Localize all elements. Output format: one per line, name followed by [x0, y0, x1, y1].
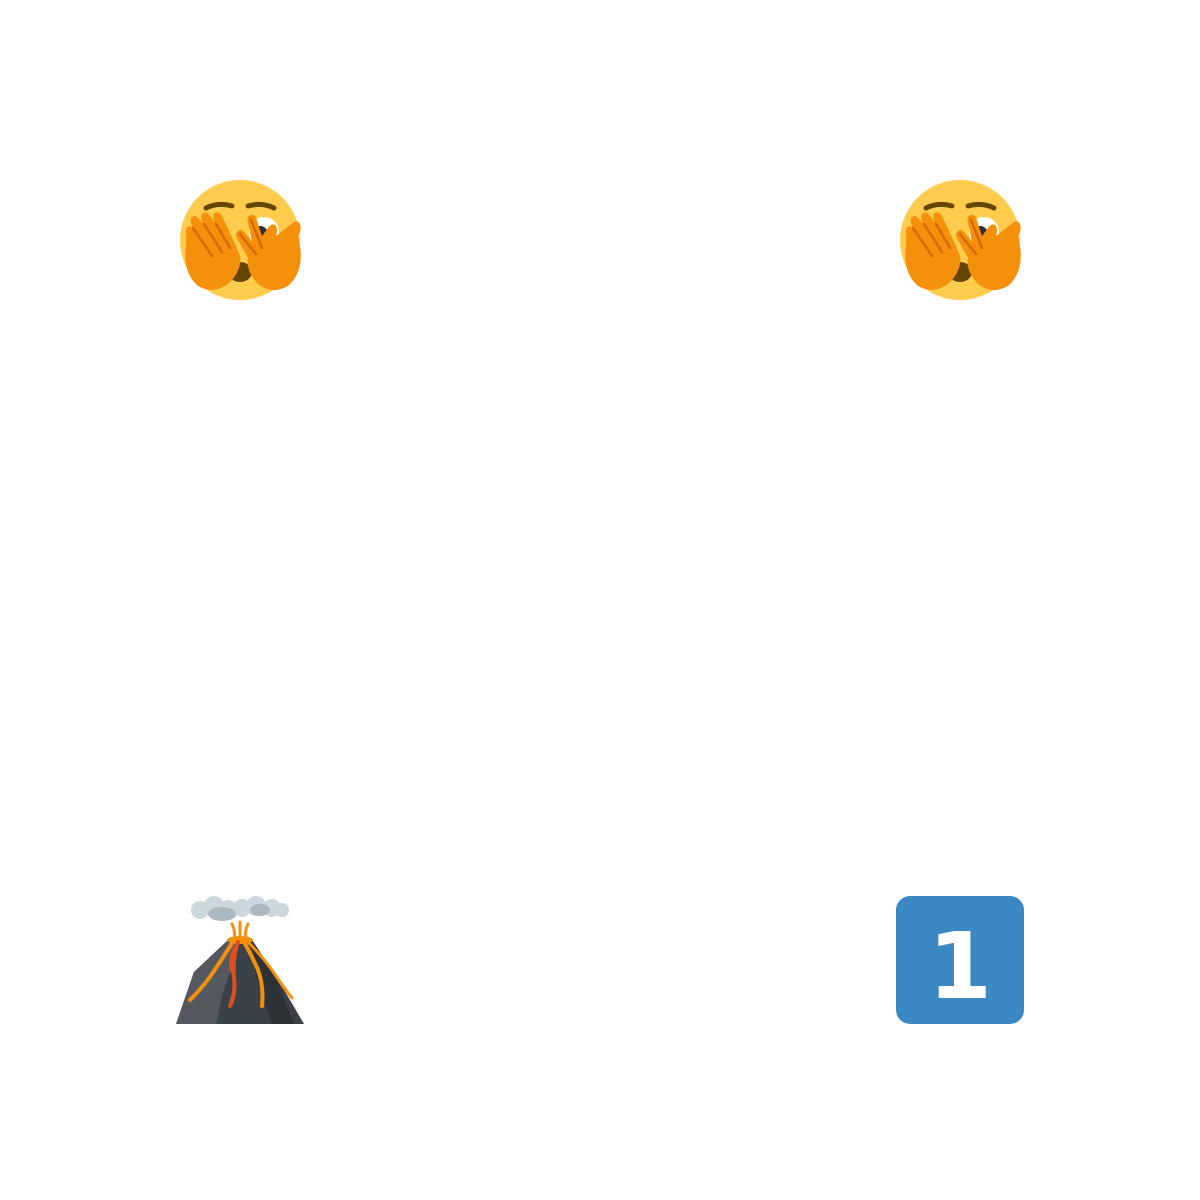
keycap-digit: 1 — [928, 913, 992, 1020]
volcano-icon — [176, 896, 304, 1024]
face-with-peeking-eye-icon — [896, 176, 1024, 304]
keycap-digit-one-icon: 1 — [896, 896, 1024, 1024]
face-with-peeking-eye-icon — [176, 176, 304, 304]
